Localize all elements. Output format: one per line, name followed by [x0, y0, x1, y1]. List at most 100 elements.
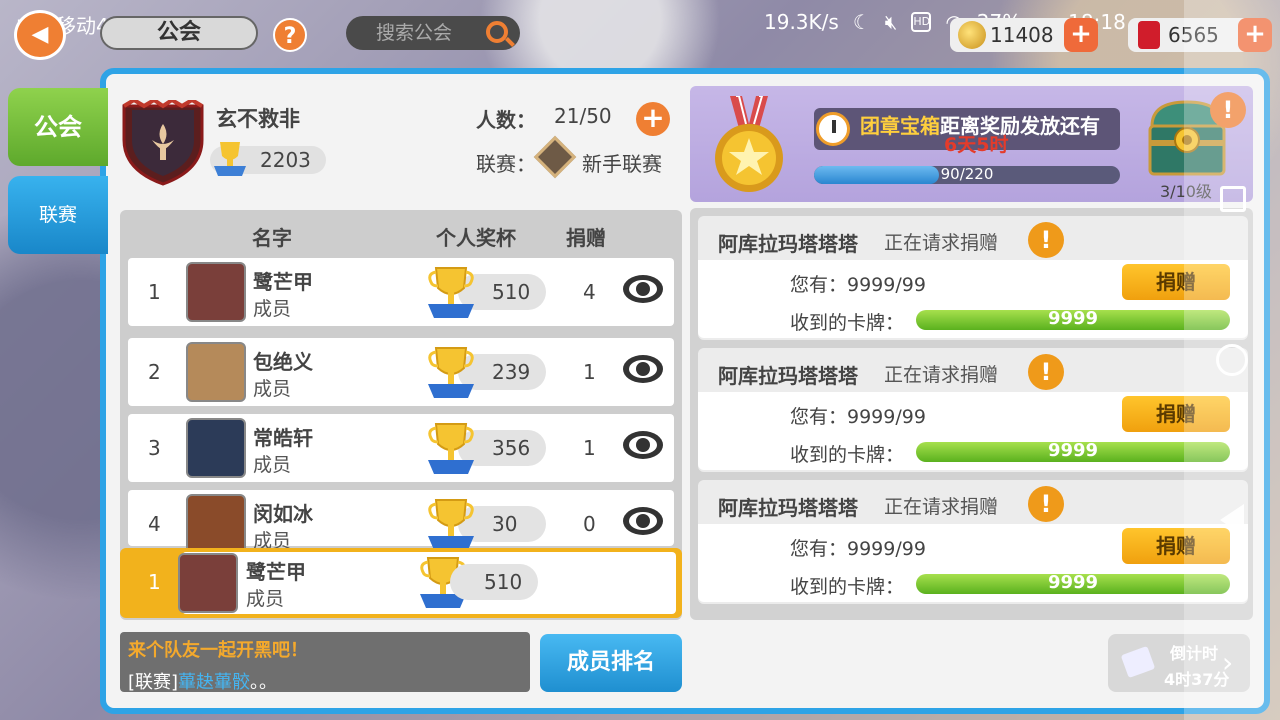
my-member-row[interactable]: 1 鹭芒甲 成员 510 4 [120, 548, 779, 618]
member-name: 常皓轩 [253, 426, 313, 450]
eye-icon[interactable] [622, 352, 664, 386]
chest-progress-text: 90/220 [940, 166, 994, 183]
member-rank: 3 [148, 436, 161, 460]
received-label: 收到的卡牌： [790, 576, 905, 598]
back-button[interactable]: ◀ [14, 10, 66, 60]
received-progress-bar: 9999 [916, 440, 1230, 462]
avatar[interactable] [186, 262, 246, 322]
chest-title-bar: 团章宝箱距离奖励发放还有 6天5时 [814, 108, 1120, 156]
search-icon[interactable] [486, 21, 508, 43]
requester-name: 阿库拉玛塔塔塔 [718, 232, 858, 256]
trophy-icon [428, 347, 474, 398]
alert-icon[interactable]: ! [1028, 222, 1064, 258]
help-button[interactable]: ? [273, 18, 307, 52]
member-rank: 2 [148, 360, 161, 384]
network-speed: 19.3K/s [764, 10, 839, 34]
received-count: 9999 [1047, 308, 1099, 329]
column-header-trophy: 个人奖杯 [436, 226, 516, 250]
avatar[interactable] [186, 418, 246, 478]
request-header: 阿库拉玛塔塔塔 正在请求捐赠 ! [698, 348, 1248, 392]
chat-message: 来个队友一起开黑吧！ [128, 640, 308, 661]
received-label: 收到的卡牌： [790, 312, 905, 334]
gold-coin-icon [958, 21, 986, 49]
member-donations: 0 [583, 512, 596, 536]
recent-apps-icon[interactable] [1220, 186, 1246, 212]
avatar[interactable] [178, 553, 238, 613]
member-role: 成员 [253, 454, 292, 476]
trophy-icon [428, 267, 474, 318]
guild-emblem-icon [122, 100, 204, 186]
card-icon [1120, 645, 1156, 679]
members-count: 21/50 [554, 104, 612, 128]
search-input[interactable]: 搜索公会 [346, 16, 520, 50]
hd-icon: HD [911, 12, 932, 32]
avatar[interactable] [186, 342, 246, 402]
member-role: 成员 [253, 378, 292, 400]
request-body: 您有：9999/99 捐赠 收到的卡牌： 9999 [698, 524, 1248, 602]
avatar[interactable] [186, 494, 246, 554]
guild-chest-banner[interactable]: 团章宝箱距离奖励发放还有 6天5时 90/220 3/10级 ! [690, 86, 1253, 202]
guild-trophies: 2203 [210, 142, 326, 176]
member-row[interactable]: 3 常皓轩 成员 356 1 [128, 414, 674, 482]
member-ranking-button[interactable]: 成员排名 [540, 634, 682, 692]
requester-name: 阿库拉玛塔塔塔 [718, 364, 858, 388]
tab-guild[interactable]: 公会 [8, 88, 108, 166]
league-label: 联赛： [476, 152, 536, 176]
request-status: 正在请求捐赠 [884, 364, 999, 386]
donation-request: 阿库拉玛塔塔塔 正在请求捐赠 ! 您有：9999/99 捐赠 收到的卡牌： 99… [698, 480, 1248, 604]
member-name: 鹭芒甲 [246, 560, 306, 584]
cards-owned: 您有：9999/99 [790, 538, 926, 560]
guild-trophy-count: 2203 [260, 148, 311, 172]
chest-progress-bar: 90/220 [814, 166, 1120, 184]
member-row[interactable]: 1 鹭芒甲 成员 510 4 [128, 258, 674, 326]
page-title: 公会 [100, 16, 258, 50]
trophy-icon [428, 499, 474, 550]
invite-member-button[interactable]: + [636, 102, 670, 136]
request-header: 阿库拉玛塔塔塔 正在请求捐赠 ! [698, 216, 1248, 260]
member-role: 成员 [253, 298, 292, 320]
add-gold-button[interactable]: + [1064, 18, 1098, 52]
tab-league[interactable]: 联赛 [8, 176, 108, 254]
gold-counter: 11408 + [950, 18, 1098, 52]
member-name: 鹭芒甲 [253, 270, 313, 294]
donation-request: 阿库拉玛塔塔塔 正在请求捐赠 ! 您有：9999/99 捐赠 收到的卡牌： 99… [698, 348, 1248, 472]
received-progress-bar: 9999 [916, 572, 1230, 594]
eye-icon[interactable] [622, 428, 664, 462]
member-name: 闵如冰 [253, 502, 313, 526]
received-progress-bar: 9999 [916, 308, 1230, 330]
member-trophy-count: 510 [450, 564, 538, 600]
member-rank: 4 [148, 512, 161, 536]
my-row-content: 鹭芒甲 成员 510 4 [114, 548, 779, 618]
chest-name: 团章宝箱 [860, 114, 940, 138]
alert-icon[interactable]: ! [1028, 354, 1064, 390]
received-count: 9999 [1047, 440, 1099, 461]
clock-icon [816, 112, 850, 146]
alert-icon[interactable]: ! [1028, 486, 1064, 522]
guild-chat-preview[interactable]: 来个队友一起开黑吧！ [联赛]蓽赽蓽骹。。 [120, 632, 530, 694]
league-name: 新手联赛 [582, 152, 662, 176]
back-triangle-icon[interactable] [1220, 504, 1244, 536]
member-role: 成员 [246, 588, 285, 610]
member-donations: 1 [583, 360, 596, 384]
mute-icon: 🔇︎ [884, 10, 898, 34]
gold-amount: 11408 [990, 23, 1054, 47]
request-status: 正在请求捐赠 [884, 232, 999, 254]
column-header-name: 名字 [252, 226, 292, 250]
search-placeholder: 搜索公会 [376, 22, 453, 44]
chat-suffix: 。。 [250, 672, 278, 693]
chat-league-line: [联赛]蓽赽蓽骹。。 [128, 668, 522, 694]
eye-icon[interactable] [622, 504, 664, 538]
chevron-right-icon[interactable]: › [1222, 646, 1233, 679]
back-arrow-icon: ◀ [31, 22, 49, 47]
member-row[interactable]: 2 包绝义 成员 239 1 [128, 338, 674, 406]
trophy-icon [214, 142, 246, 176]
member-row[interactable]: 4 闵如冰 成员 30 0 [128, 490, 674, 554]
request-body: 您有：9999/99 捐赠 收到的卡牌： 9999 [698, 392, 1248, 470]
member-name: 包绝义 [253, 350, 313, 374]
chat-sender: 蓽赽蓽骹 [178, 672, 251, 693]
requester-name: 阿库拉玛塔塔塔 [718, 496, 858, 520]
eye-icon[interactable] [622, 272, 664, 306]
home-icon[interactable] [1216, 344, 1248, 376]
member-rank: 1 [148, 280, 161, 304]
gem-icon [1138, 21, 1160, 49]
